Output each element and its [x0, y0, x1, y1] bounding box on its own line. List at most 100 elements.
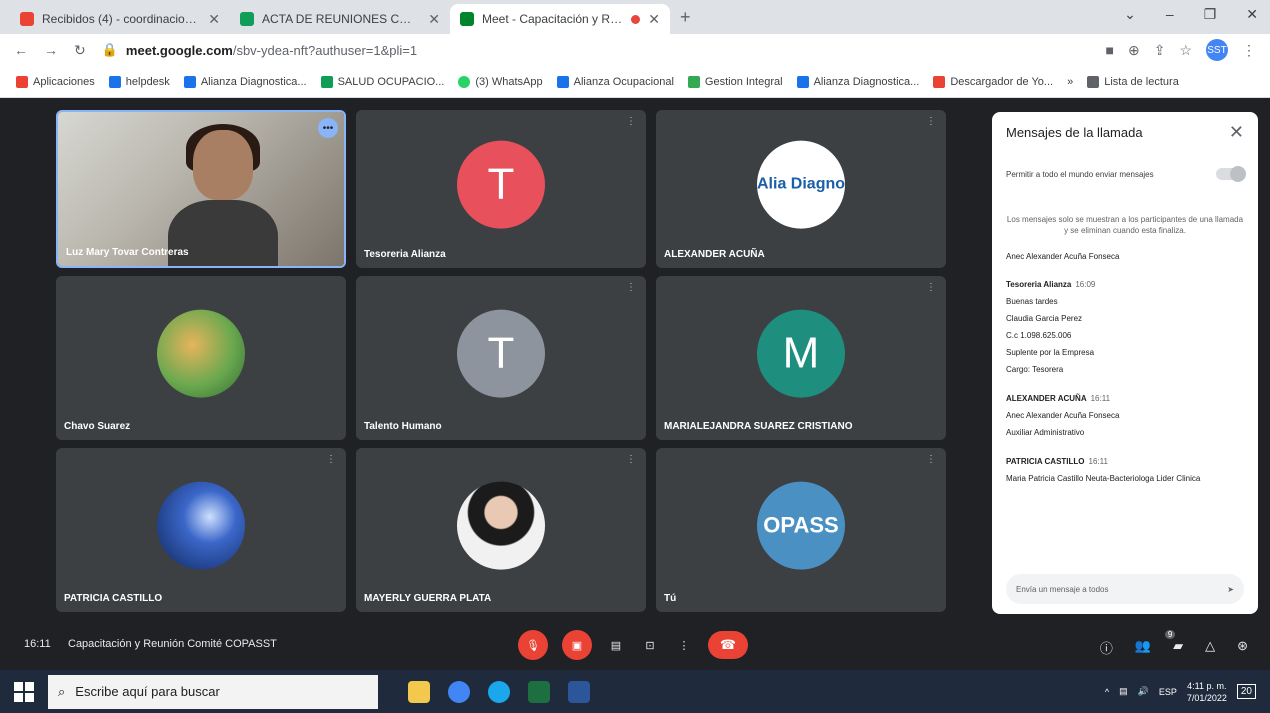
more-options-icon[interactable]: ••• [318, 118, 338, 138]
people-button[interactable]: 👥 9 [1135, 630, 1176, 657]
participant-name: Chavo Suarez [64, 421, 131, 432]
reading-list[interactable]: Lista de lectura [1087, 75, 1179, 88]
address-bar-row: ← → ↻ 🔒 meet.google.com/sbv-ydea-nft?aut… [0, 34, 1270, 66]
close-window-icon[interactable]: ✕ [1246, 6, 1258, 23]
bookmark-item[interactable]: Gestion Integral [687, 75, 783, 88]
language-indicator[interactable]: ESP [1159, 687, 1177, 697]
participant-tile[interactable]: Chavo Suarez [56, 276, 346, 440]
network-icon[interactable]: ▤ [1119, 686, 1128, 697]
participant-photo [157, 481, 245, 570]
participant-tile[interactable]: ⋮ Alia Diagno ALEXANDER ACUÑA [656, 110, 946, 268]
participant-name: Talento Humano [364, 421, 442, 432]
message-line: Claudia Garcia Perez [1006, 314, 1083, 323]
chat-message: ALEXANDER ACUÑA 16:11 Anec Alexander Acuñ… [1006, 393, 1244, 438]
bookmark-item[interactable]: (3) WhatsApp [458, 75, 543, 88]
bookmark-star-icon[interactable]: ☆ [1179, 42, 1192, 59]
chrome-icon[interactable] [448, 680, 470, 703]
camera-off-button[interactable]: ▣ [562, 630, 592, 660]
file-explorer-icon[interactable] [408, 680, 430, 703]
chat-permission-toggle[interactable] [1216, 166, 1246, 182]
bookmark-icon [183, 75, 196, 88]
share-icon[interactable]: ⇪ [1154, 42, 1166, 59]
chat-panel: Mensajes de la llamada ✕ Permitir a todo… [992, 112, 1258, 614]
search-icon: ⌕ [58, 683, 66, 699]
message-sender: PATRICIA CASTILLO [1006, 457, 1085, 466]
participant-tile[interactable]: ⋮ OPASS Tú [656, 448, 946, 612]
clock-time: 4:11 p. m. [1187, 680, 1227, 691]
bookmark-item[interactable]: helpdesk [108, 75, 170, 88]
bookmark-item[interactable]: Alianza Ocupacional [556, 75, 674, 88]
participant-tile[interactable]: ••• Luz Mary Tovar Contreras [56, 110, 346, 268]
forward-icon[interactable]: → [44, 42, 58, 58]
close-icon[interactable]: ✕ [1229, 122, 1244, 143]
message-line: Anec Alexander Acuña Fonseca [1006, 411, 1120, 420]
word-icon[interactable] [568, 680, 590, 703]
participant-logo: OPASS [757, 481, 845, 570]
taskbar-search-input[interactable]: ⌕ Escribe aquí para buscar [48, 674, 378, 709]
profile-avatar[interactable]: SST [1206, 39, 1228, 61]
browser-tab-meet[interactable]: Meet - Capacitación y Reuni ✕ [450, 4, 670, 34]
windows-start-icon[interactable] [14, 681, 34, 702]
meeting-time: 16:11 [24, 638, 51, 650]
chat-permission-row: Permitir a todo el mundo enviar mensajes [1006, 166, 1246, 182]
participant-name: MAYERLY GUERRA PLATA [364, 593, 492, 604]
edge-icon[interactable] [488, 680, 510, 703]
captions-button[interactable]: ▤ [606, 630, 626, 660]
participant-logo: Alia Diagno [757, 140, 845, 229]
new-tab-button[interactable]: + [680, 7, 691, 28]
message-line: Cargo: Tesorera [1006, 365, 1064, 374]
present-button[interactable]: ⊡ [640, 630, 660, 660]
participant-tile[interactable]: ⋮ M MARIALEJANDRA SUAREZ CRISTIANO [656, 276, 946, 440]
zoom-icon[interactable]: ⊕ [1128, 42, 1140, 59]
minimize-icon[interactable]: – [1166, 6, 1174, 23]
bookmark-item[interactable]: Descargador de Yo... [933, 75, 1053, 88]
tray-chevron-icon[interactable]: ^ [1105, 687, 1109, 697]
meet-stage: ••• Luz Mary Tovar Contreras ⋮ T Tesorer… [0, 98, 1270, 670]
volume-icon[interactable]: 🔊 [1138, 686, 1149, 697]
clock-date: 7/01/2022 [1186, 692, 1227, 703]
url-input[interactable]: 🔒 meet.google.com/sbv-ydea-nft?authuser=… [102, 38, 1090, 62]
browser-tab-docs[interactable]: ACTA DE REUNIONES COPASST ✕ [230, 4, 450, 34]
close-tab-icon[interactable]: ✕ [208, 11, 220, 28]
camera-icon[interactable]: ■ [1106, 42, 1114, 58]
participant-tile[interactable]: ⋮ T Talento Humano [356, 276, 646, 440]
bookmark-item[interactable]: SALUD OCUPACIO... [320, 75, 444, 88]
notifications-icon[interactable]: 20 [1236, 684, 1256, 699]
close-tab-icon[interactable]: ✕ [648, 11, 660, 28]
checkmark-icon [687, 75, 700, 88]
more-options-button[interactable]: ⋮ [674, 630, 694, 660]
participant-tile[interactable]: ⋮ PATRICIA CASTILLO [56, 448, 346, 612]
participant-tile[interactable]: ⋮ MAYERLY GUERRA PLATA [356, 448, 646, 612]
bookmark-item[interactable]: Aplicaciones [16, 75, 95, 88]
message-line: Maria Patricia Castillo Neuta-Bacteriolo… [1006, 474, 1201, 483]
drive-icon [240, 12, 254, 26]
back-icon[interactable]: ← [14, 42, 28, 58]
tab-search-icon[interactable]: ⌄ [1124, 6, 1136, 23]
activities-icon[interactable]: △ [1205, 638, 1215, 657]
send-icon[interactable]: ➤ [1227, 585, 1234, 594]
chat-icon[interactable]: ▰ [1173, 638, 1183, 657]
reload-icon[interactable]: ↻ [74, 42, 86, 59]
close-tab-icon[interactable]: ✕ [428, 11, 440, 28]
more-bookmarks-button[interactable]: » [1067, 76, 1073, 88]
host-controls-icon[interactable]: ⊛ [1237, 638, 1248, 657]
chat-permission-label: Permitir a todo el mundo enviar mensajes [1006, 169, 1154, 179]
participant-tile[interactable]: ⋮ T Tesoreria Alianza [356, 110, 646, 268]
leave-call-button[interactable]: ☎ [708, 631, 748, 659]
bookmark-item[interactable]: Alianza Diagnostica... [183, 75, 307, 88]
info-icon[interactable]: ⓘ [1100, 638, 1113, 657]
window-controls: ⌄ – ❐ ✕ [1124, 6, 1258, 23]
restore-icon[interactable]: ❐ [1204, 6, 1217, 23]
mic-off-button[interactable]: 🎙 [518, 630, 548, 660]
menu-icon[interactable]: ⋮ [1242, 42, 1256, 59]
system-tray: ^ ▤ 🔊 ESP 4:11 p. m. 7/01/2022 20 [1105, 680, 1256, 704]
chat-message-input[interactable]: Envía un mensaje a todos ➤ [1006, 574, 1244, 604]
mic-off-icon: ⋮ [926, 454, 936, 465]
browser-tab-gmail[interactable]: Recibidos (4) - coordinacionsst@ ✕ [10, 4, 230, 34]
chat-info: Los mensajes solo se muestran a los part… [1006, 215, 1244, 235]
chat-message: PATRICIA CASTILLO 16:11 Maria Patricia Ca… [1006, 456, 1244, 484]
meeting-side-controls: ⓘ 👥 9 ▰ △ ⊛ [1100, 630, 1248, 657]
clock[interactable]: 4:11 p. m. 7/01/2022 [1187, 680, 1227, 704]
excel-icon[interactable] [528, 680, 550, 703]
bookmark-item[interactable]: Alianza Diagnostica... [796, 75, 919, 88]
